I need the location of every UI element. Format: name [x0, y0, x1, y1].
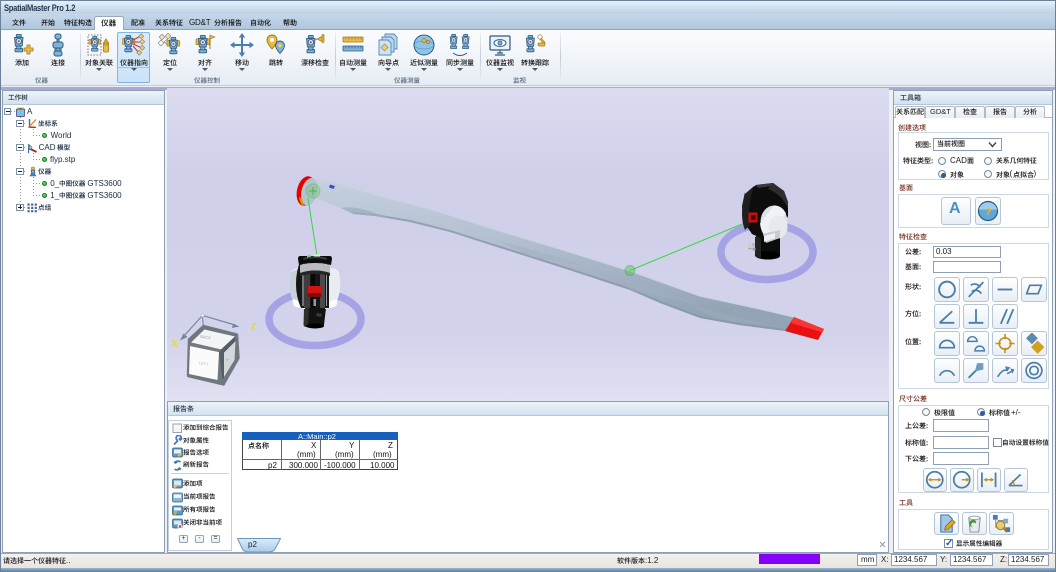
- svg-text:?: ?: [985, 206, 991, 218]
- svg-text:X: X: [171, 339, 179, 350]
- svg-text:Z: Z: [250, 322, 257, 333]
